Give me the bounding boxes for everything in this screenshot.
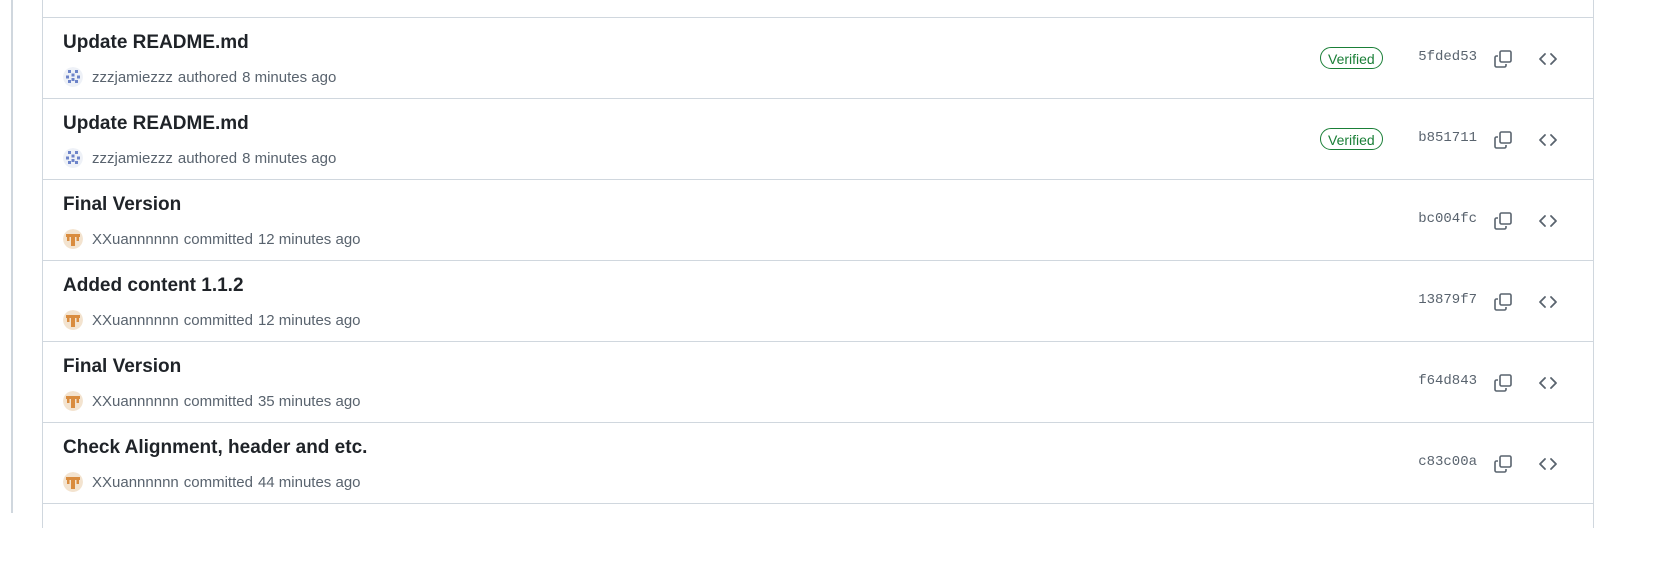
code-icon <box>1539 296 1557 308</box>
commit-title[interactable]: Check Alignment, header and etc. <box>63 437 367 459</box>
commit-action: committed <box>183 392 253 410</box>
copy-sha-button[interactable] <box>1489 126 1517 154</box>
identicon-avatar[interactable] <box>63 148 83 168</box>
copy-sha-button[interactable] <box>1489 369 1517 397</box>
browse-repo-button[interactable] <box>1534 288 1562 316</box>
commit-meta: XXuannnnnn committed 44 minutes ago <box>63 472 361 492</box>
identicon-avatar[interactable] <box>63 67 83 87</box>
copy-icon <box>1494 50 1512 68</box>
copy-sha-button[interactable] <box>1489 288 1517 316</box>
commit-title[interactable]: Update README.md <box>63 113 249 135</box>
commit-author[interactable]: XXuannnnnn <box>92 474 179 491</box>
commit-meta: XXuannnnnn committed 12 minutes ago <box>63 229 361 249</box>
code-icon <box>1539 134 1557 146</box>
verified-badge[interactable]: Verified <box>1320 128 1383 150</box>
copy-icon <box>1494 293 1512 311</box>
commit-meta: XXuannnnnn committed 35 minutes ago <box>63 391 361 411</box>
copy-sha-button[interactable] <box>1489 450 1517 478</box>
commit-action: committed <box>183 473 253 491</box>
commit-row: Final Version XXuannnnnn committed 35 mi… <box>43 341 1593 422</box>
commit-title[interactable]: Final Version <box>63 194 181 216</box>
commit-time: 8 minutes ago <box>242 68 337 86</box>
commit-row: Final Version XXuannnnnn committed 12 mi… <box>43 179 1593 260</box>
commit-title[interactable]: Final Version <box>63 356 181 378</box>
copy-sha-button[interactable] <box>1489 45 1517 73</box>
commit-action: authored <box>177 149 238 167</box>
browse-repo-button[interactable] <box>1534 450 1562 478</box>
verified-badge[interactable]: Verified <box>1320 47 1383 69</box>
commit-author[interactable]: XXuannnnnn <box>92 231 179 248</box>
commit-list: Update README.md zzzjamiezzz authored 8 … <box>42 0 1594 528</box>
user-avatar[interactable] <box>63 310 83 330</box>
commit-action: committed <box>183 311 253 329</box>
user-avatar[interactable] <box>63 229 83 249</box>
commit-sha[interactable]: b851711 <box>1418 130 1477 146</box>
commit-author[interactable]: zzzjamiezzz <box>92 69 173 86</box>
commit-time: 12 minutes ago <box>257 230 361 248</box>
commit-sha[interactable]: f64d843 <box>1418 373 1477 389</box>
commit-row: Update README.md zzzjamiezzz authored 8 … <box>43 98 1593 179</box>
copy-icon <box>1494 455 1512 473</box>
code-icon <box>1539 377 1557 389</box>
commit-author[interactable]: XXuannnnnn <box>92 312 179 329</box>
code-icon <box>1539 215 1557 227</box>
commit-author[interactable]: zzzjamiezzz <box>92 150 173 167</box>
commit-time: 12 minutes ago <box>257 311 361 329</box>
commit-sha[interactable]: 13879f7 <box>1418 292 1477 308</box>
commit-title[interactable]: Added content 1.1.2 <box>63 275 244 297</box>
commit-row <box>43 503 1593 584</box>
commit-row: Check Alignment, header and etc. XXuannn… <box>43 422 1593 503</box>
commit-action: committed <box>183 230 253 248</box>
copy-sha-button[interactable] <box>1489 207 1517 235</box>
timeline-line <box>11 0 13 513</box>
browse-repo-button[interactable] <box>1534 369 1562 397</box>
commit-row: Added content 1.1.2 XXuannnnnn committed… <box>43 260 1593 341</box>
commit-row <box>43 0 1593 17</box>
commit-sha[interactable]: 5fded53 <box>1418 49 1477 65</box>
commit-title[interactable]: Update README.md <box>63 32 249 54</box>
commit-action: authored <box>177 68 238 86</box>
commit-time: 35 minutes ago <box>257 392 361 410</box>
code-icon <box>1539 458 1557 470</box>
copy-icon <box>1494 131 1512 149</box>
browse-repo-button[interactable] <box>1534 126 1562 154</box>
commit-sha[interactable]: bc004fc <box>1418 211 1477 227</box>
browse-repo-button[interactable] <box>1534 207 1562 235</box>
commit-time: 8 minutes ago <box>242 149 337 167</box>
user-avatar[interactable] <box>63 472 83 492</box>
browse-repo-button[interactable] <box>1534 45 1562 73</box>
user-avatar[interactable] <box>63 391 83 411</box>
code-icon <box>1539 53 1557 65</box>
copy-icon <box>1494 374 1512 392</box>
copy-icon <box>1494 212 1512 230</box>
commit-author[interactable]: XXuannnnnn <box>92 393 179 410</box>
commit-meta: zzzjamiezzz authored 8 minutes ago <box>63 67 336 87</box>
commit-sha[interactable]: c83c00a <box>1418 454 1477 470</box>
commit-time: 44 minutes ago <box>257 473 361 491</box>
commit-row: Update README.md zzzjamiezzz authored 8 … <box>43 17 1593 98</box>
commit-meta: zzzjamiezzz authored 8 minutes ago <box>63 148 336 168</box>
commit-meta: XXuannnnnn committed 12 minutes ago <box>63 310 361 330</box>
